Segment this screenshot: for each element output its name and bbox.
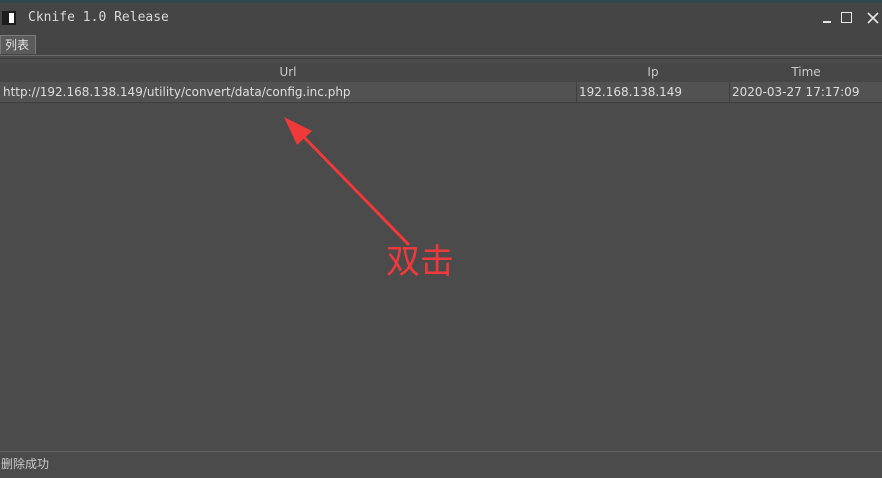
tab-divider-shadow <box>0 58 882 59</box>
column-header-url[interactable]: Url <box>0 63 576 82</box>
row-url-cell[interactable]: http://192.168.138.149/utility/convert/d… <box>3 82 573 102</box>
column-header-ip[interactable]: Ip <box>576 63 730 82</box>
column-separator <box>576 82 577 102</box>
row-time-cell[interactable]: 2020-03-27 17:17:09 <box>732 82 880 102</box>
status-bar: 删除成功 <box>0 451 882 478</box>
maximize-icon[interactable] <box>840 11 854 25</box>
column-header-time[interactable]: Time <box>730 63 882 82</box>
table-row[interactable]: http://192.168.138.149/utility/convert/d… <box>0 82 882 103</box>
table-header: Url Ip Time <box>0 63 882 82</box>
app-icon <box>2 11 16 25</box>
cknife-window: Cknife 1.0 Release 列表 Url Ip Time http:/… <box>0 0 882 478</box>
title-bar[interactable]: Cknife 1.0 Release <box>0 3 882 33</box>
close-icon[interactable] <box>866 11 880 25</box>
minimize-icon[interactable] <box>821 11 835 25</box>
window-title: Cknife 1.0 Release <box>28 10 169 25</box>
status-message: 删除成功 <box>1 457 50 471</box>
tab-divider <box>0 55 882 56</box>
column-separator <box>729 82 730 102</box>
tab-list[interactable]: 列表 <box>0 35 36 54</box>
row-ip-cell[interactable]: 192.168.138.149 <box>579 82 727 102</box>
annotation-label: 双击 <box>386 242 454 282</box>
tab-bar: 列表 <box>0 33 882 55</box>
